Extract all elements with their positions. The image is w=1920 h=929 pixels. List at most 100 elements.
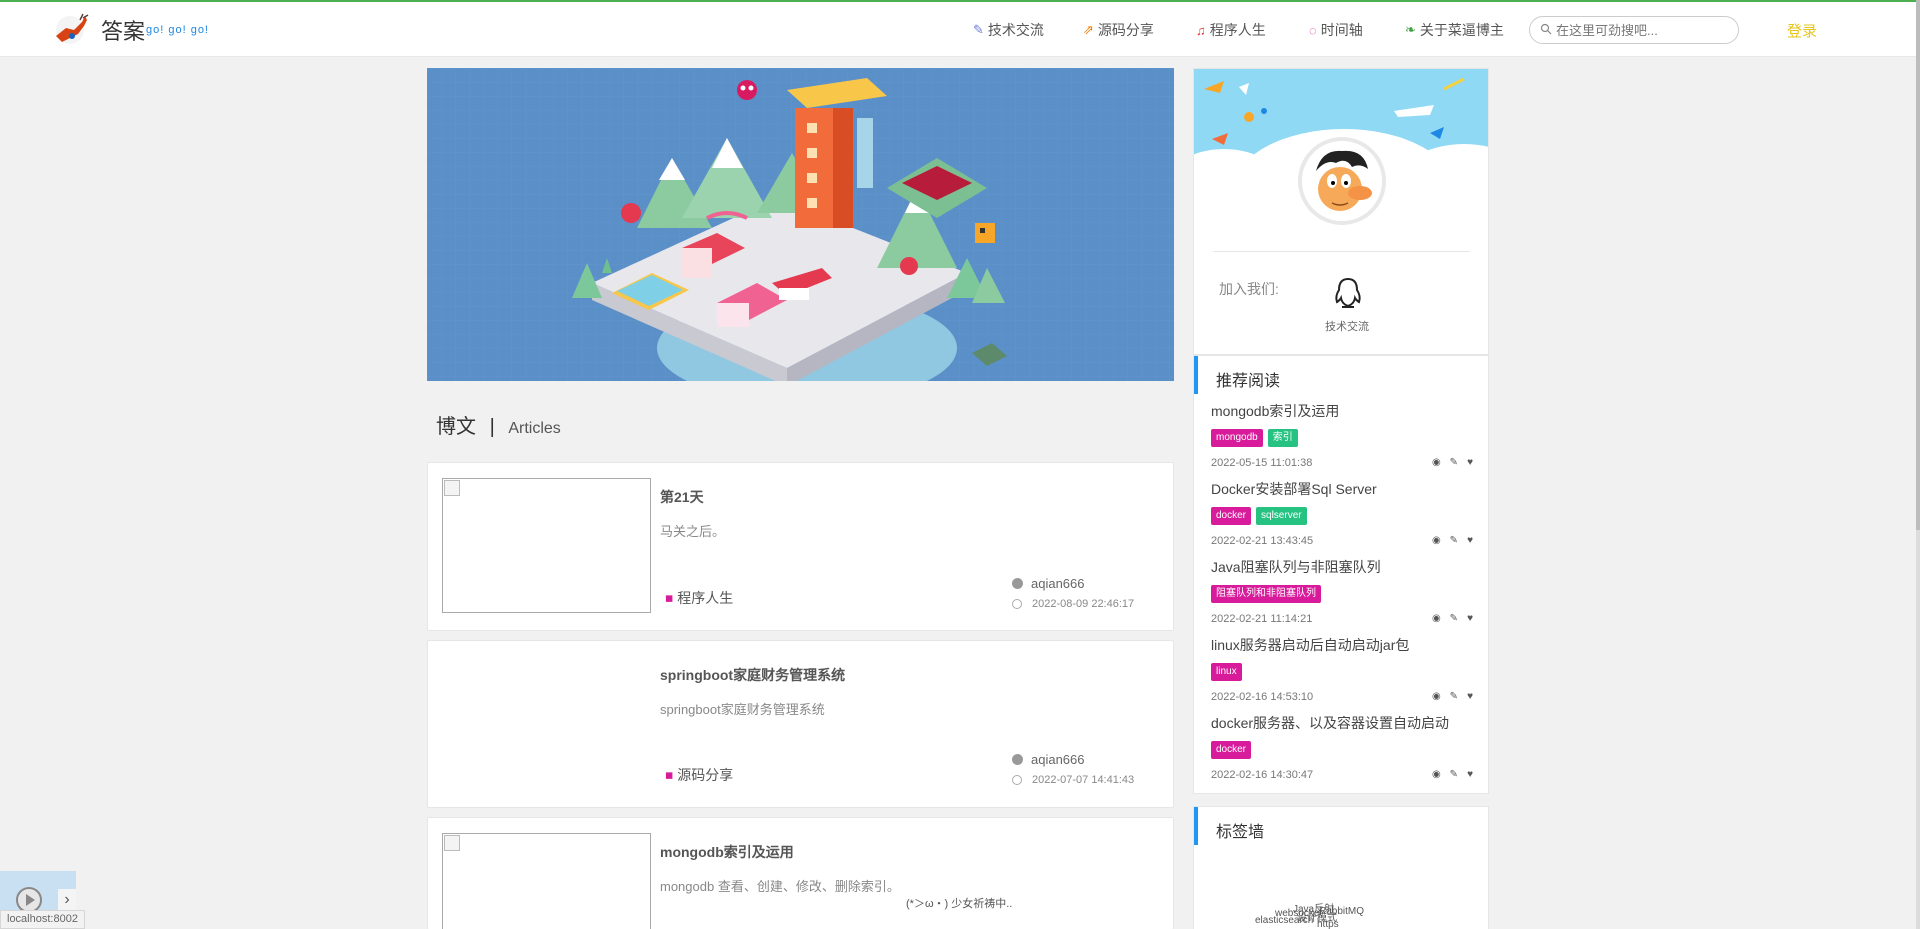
tag-badge[interactable]: 阻塞队列和非阻塞队列 <box>1211 585 1321 603</box>
recommend-item[interactable]: Docker安装部署Sql Server docker sqlserver 20… <box>1211 479 1473 547</box>
edit-icon: ✎ <box>1449 691 1459 702</box>
nav-label: 技术交流 <box>987 22 1044 38</box>
article-card[interactable]: 第21天 马关之后。 ◆ 程序人生 aqian666 2022-08-09 22… <box>427 462 1174 631</box>
loading-text: (*＞ω・) 少女祈祷中.. <box>906 898 1013 910</box>
header: 答案 go! go! go! ✎ 技术交流 ⇗ 源码分享 ♫ 程序人生 ◌ 时间… <box>0 2 1916 57</box>
recommend-tags: 阻塞队列和非阻塞队列 <box>1211 585 1473 603</box>
scrollbar-thumb[interactable] <box>1916 0 1920 530</box>
nav-label: 程序人生 <box>1209 22 1266 38</box>
panel-header: 推荐阅读 <box>1194 356 1490 394</box>
section-title-cn: 博文 <box>436 416 476 438</box>
recommend-title[interactable]: Java阻塞队列与非阻塞队列 <box>1211 557 1473 577</box>
clock-icon <box>1012 775 1022 785</box>
status-bar-url: localhost:8002 <box>0 910 85 929</box>
nav-timeline[interactable]: ◌ 时间轴 <box>1309 20 1363 40</box>
article-thumbnail[interactable] <box>442 833 651 929</box>
recommend-meta: 2022-02-16 14:30:47 ◉ ✎ ♥ <box>1211 769 1473 781</box>
user-icon <box>1012 754 1023 765</box>
category-label: 程序人生 <box>677 590 734 606</box>
tag-cloud-item[interactable]: https <box>1317 919 1339 929</box>
article-desc: 马关之后。 <box>660 524 726 539</box>
avatar[interactable] <box>1298 137 1386 225</box>
recommend-item[interactable]: mongodb索引及运用 mongodb 索引 2022-05-15 11:01… <box>1211 401 1473 469</box>
recommend-date: 2022-05-15 11:01:38 <box>1211 457 1313 469</box>
nav-source-share[interactable]: ⇗ 源码分享 <box>1083 20 1154 40</box>
recommend-date: 2022-02-16 14:30:47 <box>1211 769 1314 781</box>
nav-tech-exchange[interactable]: ✎ 技术交流 <box>973 20 1044 40</box>
panel-header: 标签墙 <box>1194 807 1490 845</box>
tag-badge[interactable]: 索引 <box>1267 429 1298 447</box>
recommend-item[interactable]: docker服务器、以及容器设置自动启动 docker 2022-02-16 1… <box>1211 713 1473 781</box>
article-desc: springboot家庭财务管理系统 <box>660 702 825 717</box>
tag-cloud: Java反射 websocket RabbitMQ elasticsearch … <box>1235 900 1415 929</box>
article-category[interactable]: ◆ 源码分享 <box>660 765 734 785</box>
category-label: 源码分享 <box>677 767 734 783</box>
tag-badge[interactable]: linux <box>1211 663 1242 681</box>
recommend-title[interactable]: linux服务器启动后自动启动jar包 <box>1211 635 1473 655</box>
tag-badge[interactable]: docker <box>1211 741 1252 759</box>
deer-logo-icon[interactable] <box>52 12 90 46</box>
heart-icon: ♥ <box>1467 613 1473 624</box>
pencil-icon: ✎ <box>973 22 984 37</box>
recommend-title[interactable]: docker服务器、以及容器设置自动启动 <box>1211 713 1473 733</box>
edit-icon: ✎ <box>1449 613 1459 624</box>
recommend-tags: linux <box>1211 663 1473 681</box>
recommend-meta: 2022-02-16 14:53:10 ◉ ✎ ♥ <box>1211 691 1473 703</box>
nav-label: 时间轴 <box>1320 22 1363 38</box>
page-scrollbar[interactable] <box>1916 0 1920 929</box>
recommend-item[interactable]: Java阻塞队列与非阻塞队列 阻塞队列和非阻塞队列 2022-02-21 11:… <box>1211 557 1473 625</box>
search-box[interactable] <box>1529 16 1739 44</box>
login-link[interactable]: 登录 <box>1787 20 1817 41</box>
recommend-title[interactable]: Docker安装部署Sql Server <box>1211 479 1473 499</box>
article-title[interactable]: 第21天 <box>660 487 704 507</box>
headphones-icon: ♫ <box>1196 22 1206 38</box>
qq-penguin-icon[interactable] <box>1329 276 1367 310</box>
clock-icon: ◌ <box>1309 22 1317 38</box>
heart-icon: ♥ <box>1467 535 1473 546</box>
nav-programmer-life[interactable]: ♫ 程序人生 <box>1196 20 1266 40</box>
leaf-icon: ❧ <box>1405 22 1416 37</box>
broken-image-icon <box>444 835 460 851</box>
article-date: 2022-07-07 14:41:43 <box>1012 774 1134 786</box>
recommend-tags: mongodb 索引 <box>1211 429 1473 447</box>
heart-icon: ♥ <box>1467 691 1473 702</box>
profile-card: 加入我们: 技术交流 <box>1193 68 1489 355</box>
search-icon <box>1540 23 1552 35</box>
nav-about[interactable]: ❧ 关于菜逼博主 <box>1405 20 1504 40</box>
article-card[interactable]: springboot家庭财务管理系统 springboot家庭财务管理系统 ◆ … <box>427 640 1174 808</box>
article-card[interactable]: mongodb索引及运用 mongodb 查看、创建、修改、删除索引。 <box>427 817 1174 929</box>
divider <box>1213 251 1470 252</box>
tag-badge[interactable]: sqlserver <box>1256 507 1307 525</box>
recommend-item[interactable]: linux服务器启动后自动启动jar包 linux 2022-02-16 14:… <box>1211 635 1473 703</box>
clock-icon <box>1012 599 1022 609</box>
section-separator: | <box>489 416 495 438</box>
tag-badge[interactable]: mongodb <box>1211 429 1263 447</box>
edit-icon: ✎ <box>1449 535 1459 546</box>
edit-icon: ✎ <box>1449 769 1459 780</box>
date-text: 2022-08-09 22:46:17 <box>1032 598 1135 610</box>
article-thumbnail[interactable] <box>442 478 651 613</box>
nav-label: 源码分享 <box>1097 22 1154 38</box>
article-category[interactable]: ◆ 程序人生 <box>660 588 734 608</box>
heart-icon: ♥ <box>1467 457 1473 468</box>
author-name: aqian666 <box>1031 752 1085 767</box>
qq-label[interactable]: 技术交流 <box>1325 318 1369 334</box>
date-text: 2022-07-07 14:41:43 <box>1032 774 1135 786</box>
section-title-en: Articles <box>508 420 561 437</box>
share-icon: ⇗ <box>1083 22 1094 37</box>
heart-icon: ♥ <box>1467 769 1473 780</box>
recommend-title[interactable]: mongodb索引及运用 <box>1211 401 1473 421</box>
recommend-meta: 2022-02-21 11:14:21 ◉ ✎ ♥ <box>1211 613 1473 625</box>
article-title[interactable]: mongodb索引及运用 <box>660 842 794 862</box>
recommend-date: 2022-02-21 13:43:45 <box>1211 535 1314 547</box>
article-title[interactable]: springboot家庭财务管理系统 <box>660 665 845 685</box>
recommend-date: 2022-02-16 14:53:10 <box>1211 691 1314 703</box>
recommend-meta: 2022-02-21 13:43:45 ◉ ✎ ♥ <box>1211 535 1473 547</box>
tag-badge[interactable]: docker <box>1211 507 1252 525</box>
article-author: aqian666 <box>1012 752 1085 767</box>
search-input[interactable] <box>1556 20 1732 40</box>
banner-illustration <box>427 68 1174 381</box>
tag-icon: ◆ <box>660 766 677 784</box>
recommend-panel: 推荐阅读 mongodb索引及运用 mongodb 索引 2022-05-15 … <box>1193 355 1489 794</box>
logo-title[interactable]: 答案 <box>101 14 145 46</box>
